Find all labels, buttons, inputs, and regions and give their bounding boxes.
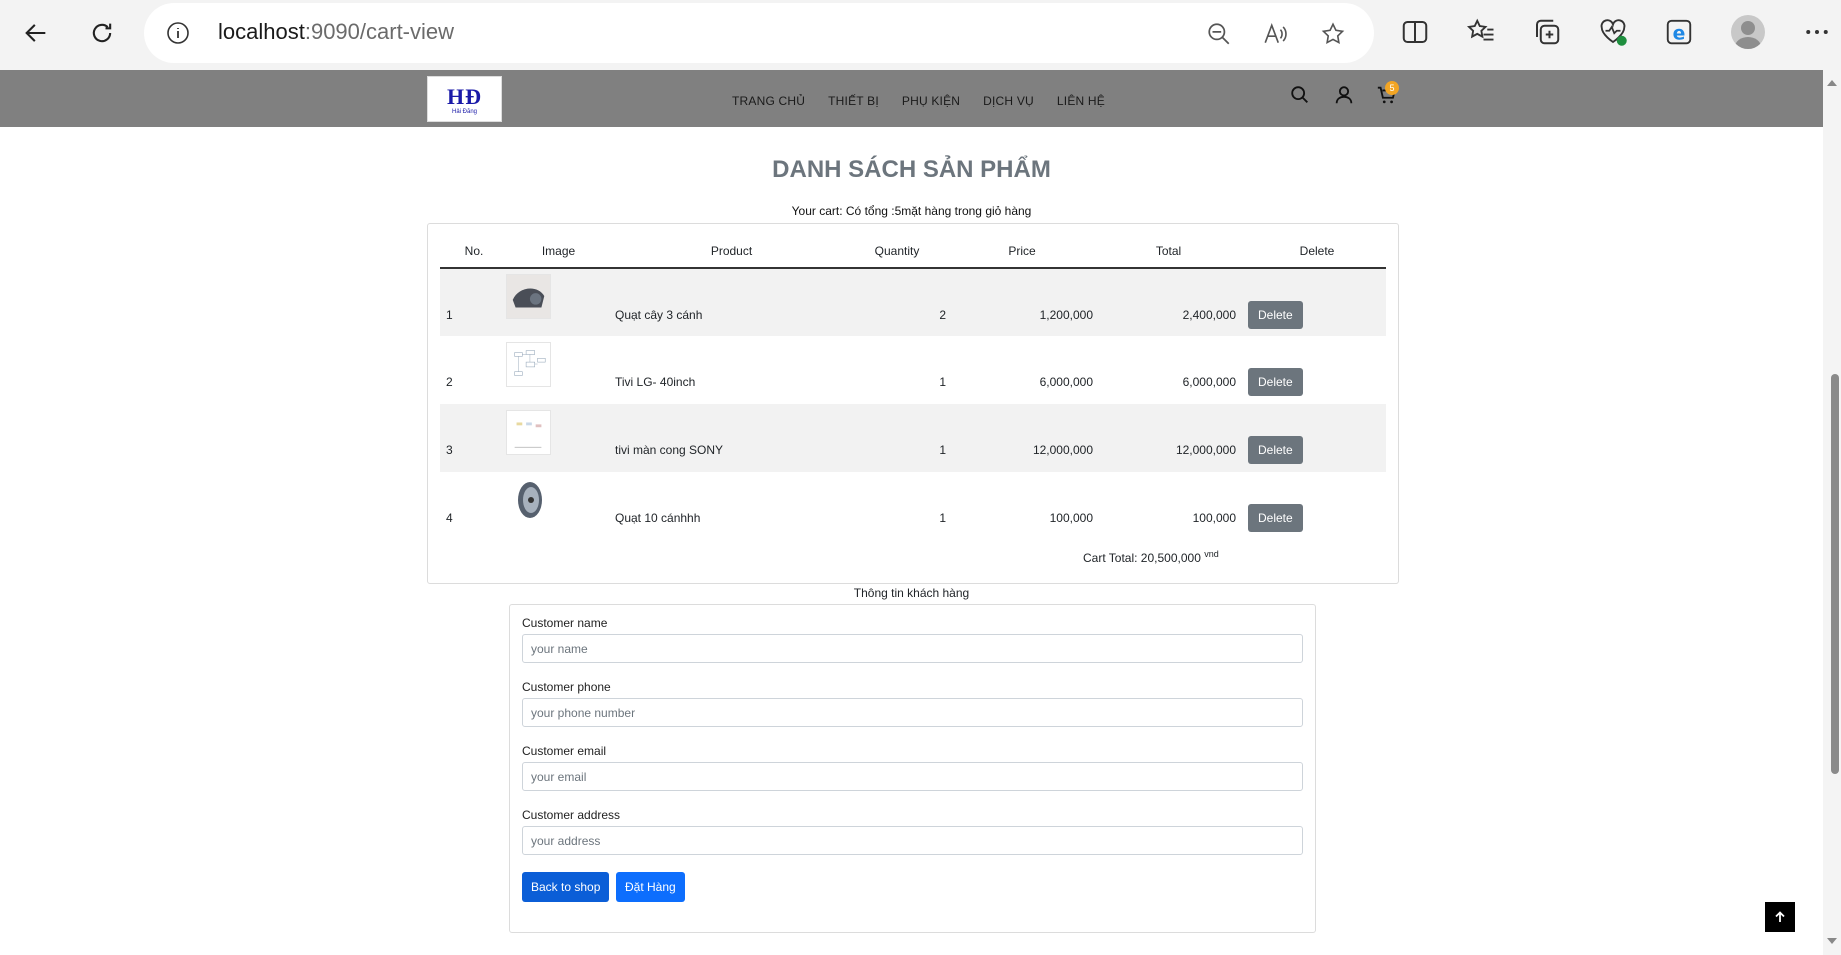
profile-avatar[interactable] <box>1731 15 1765 49</box>
product-quantity: 1 <box>939 375 946 389</box>
nav-contact[interactable]: LIÊN HỆ <box>1057 94 1105 108</box>
reload-icon[interactable] <box>80 13 124 53</box>
product-image[interactable] <box>506 477 551 523</box>
scroll-to-top-button[interactable] <box>1765 902 1795 932</box>
url-path: :9090/cart-view <box>304 19 455 44</box>
nav-home[interactable]: TRANG CHỦ <box>732 94 805 108</box>
table-row: 3 tivi màn cong SONY 1 12,000,000 12,000… <box>440 404 1386 472</box>
cart-total: Cart Total: 20,500,000 vnd <box>1083 549 1219 565</box>
read-aloud-icon[interactable] <box>1262 21 1288 47</box>
product-image[interactable] <box>506 341 551 387</box>
site-header: HĐ Hải Đăng TRANG CHỦ THIẾT BỊ PHỤ KIỆN … <box>0 70 1823 127</box>
user-icon[interactable] <box>1333 84 1355 106</box>
browser-toolbar: localhost:9090/cart-view e <box>0 0 1841 70</box>
table-row: 1 Quạt cây 3 cánh 2 1,200,000 2,400,000 … <box>440 268 1386 336</box>
header-no: No. <box>440 235 502 269</box>
product-total: 2,400,000 <box>1182 307 1236 322</box>
cart-count-badge: 5 <box>1385 81 1399 95</box>
nav-devices[interactable]: THIẾT BỊ <box>828 94 879 108</box>
scrollbar-thumb[interactable] <box>1831 374 1839 774</box>
row-number: 4 <box>446 511 453 525</box>
customer-name-label: Customer name <box>522 616 608 630</box>
row-number: 1 <box>446 307 453 322</box>
main-nav: TRANG CHỦ THIẾT BỊ PHỤ KIỆN DỊCH VỤ LIÊN… <box>732 94 1128 108</box>
row-number: 2 <box>446 375 453 389</box>
product-quantity: 2 <box>939 307 946 322</box>
delete-button[interactable]: Delete <box>1248 436 1303 464</box>
customer-email-input[interactable] <box>522 762 1303 791</box>
customer-form: Customer name Customer phone Customer em… <box>509 604 1316 933</box>
delete-button[interactable]: Delete <box>1248 368 1303 396</box>
place-order-button[interactable]: Đặt Hàng <box>616 872 685 902</box>
product-name: Quạt 10 cánhhh <box>615 511 701 525</box>
arrow-up-icon <box>1775 911 1785 922</box>
product-total: 12,000,000 <box>1175 443 1236 457</box>
cart-table-header: No. Image Product Quantity Price Total D… <box>440 235 1386 269</box>
currency-label: vnd <box>1204 549 1219 559</box>
page-scrollbar[interactable] <box>1823 70 1841 955</box>
favorite-star-icon[interactable] <box>1320 21 1346 47</box>
logo-text: HĐ <box>447 84 482 109</box>
customer-address-input[interactable] <box>522 826 1303 855</box>
header-delete: Delete <box>1244 235 1386 269</box>
site-info-icon[interactable] <box>166 21 190 45</box>
product-quantity: 1 <box>939 443 946 457</box>
product-total: 6,000,000 <box>1182 375 1236 389</box>
favorites-icon[interactable] <box>1466 17 1496 47</box>
product-price: 1,200,000 <box>1039 307 1093 322</box>
header-image: Image <box>502 235 615 269</box>
product-price: 12,000,000 <box>1032 443 1093 457</box>
search-icon[interactable] <box>1289 84 1311 106</box>
browser-essentials-icon[interactable] <box>1598 17 1628 47</box>
customer-phone-label: Customer phone <box>522 680 611 694</box>
cart-table: No. Image Product Quantity Price Total D… <box>440 235 1386 540</box>
delete-button[interactable]: Delete <box>1248 504 1303 532</box>
product-name: Tivi LG- 40inch <box>615 375 696 389</box>
product-name: Quạt cây 3 cánh <box>615 307 703 322</box>
product-name: tivi màn cong SONY <box>615 443 724 457</box>
cart-summary-text: Your cart: Có tổng :5mặt hàng trong giỏ … <box>791 204 1032 218</box>
table-row: 4 Quạt 10 cánhhh 1 100,000 100,000 Delet… <box>440 472 1386 540</box>
header-quantity: Quantity <box>848 235 951 269</box>
svg-text:e: e <box>1673 24 1686 45</box>
row-number: 3 <box>446 443 453 457</box>
url-host: localhost <box>218 19 305 44</box>
split-screen-icon[interactable] <box>1400 17 1430 47</box>
more-options-icon[interactable] <box>1802 17 1832 47</box>
customer-info-heading: Thông tin khách hàng <box>853 586 970 600</box>
customer-name-input[interactable] <box>522 634 1303 663</box>
customer-phone-input[interactable] <box>522 698 1303 727</box>
customer-address-label: Customer address <box>522 808 621 822</box>
site-logo[interactable]: HĐ Hải Đăng <box>427 76 502 122</box>
back-arrow-icon[interactable] <box>14 13 58 53</box>
logo-subtitle: Hải Đăng <box>451 109 477 115</box>
url-text[interactable]: localhost:9090/cart-view <box>218 19 454 45</box>
product-image[interactable] <box>506 274 551 319</box>
collections-icon[interactable] <box>1532 17 1562 47</box>
product-total: 100,000 <box>1192 511 1236 525</box>
delete-button[interactable]: Delete <box>1248 300 1303 329</box>
page-title: DANH SÁCH SẢN PHẨM <box>772 156 1051 183</box>
product-image[interactable] <box>506 409 551 455</box>
header-product: Product <box>615 235 848 269</box>
scroll-up-arrow-icon[interactable] <box>1827 80 1837 86</box>
scroll-down-arrow-icon[interactable] <box>1827 938 1837 944</box>
nav-services[interactable]: DỊCH VỤ <box>983 94 1034 108</box>
header-total: Total <box>1101 235 1244 269</box>
product-price: 100,000 <box>1049 511 1093 525</box>
product-quantity: 1 <box>939 511 946 525</box>
header-price: Price <box>951 235 1101 269</box>
cart-total-value: Cart Total: 20,500,000 <box>1083 551 1201 565</box>
internet-explorer-mode-icon[interactable]: e <box>1664 17 1694 47</box>
page-viewport: HĐ Hải Đăng TRANG CHỦ THIẾT BỊ PHỤ KIỆN … <box>0 70 1823 955</box>
cart-card: No. Image Product Quantity Price Total D… <box>427 223 1399 584</box>
nav-accessories[interactable]: PHỤ KIỆN <box>902 94 960 108</box>
customer-email-label: Customer email <box>522 744 607 758</box>
address-bar[interactable]: localhost:9090/cart-view <box>144 3 1374 63</box>
back-to-shop-button[interactable]: Back to shop <box>522 872 610 902</box>
table-row: 2 Tivi LG- 40inch 1 6,000,000 6,000,000 … <box>440 336 1386 404</box>
zoom-out-icon[interactable] <box>1206 21 1232 47</box>
product-price: 6,000,000 <box>1039 375 1093 389</box>
